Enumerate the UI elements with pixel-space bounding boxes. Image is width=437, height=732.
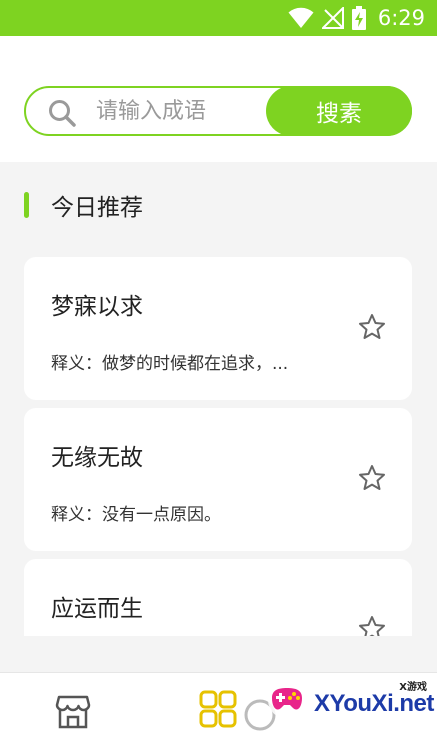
signal-off-icon (321, 7, 344, 29)
search-box: 搜素 (24, 86, 412, 136)
wifi-icon (288, 7, 314, 29)
watermark-text: XYouXi.net (314, 690, 434, 717)
star-icon[interactable] (358, 464, 386, 492)
status-icons: 6:29 (288, 4, 425, 32)
watermark: X游戏 XYouXi.net (262, 676, 437, 732)
idiom-word: 应运而生 (51, 596, 143, 622)
search-area: 搜素 (0, 36, 437, 162)
star-icon[interactable] (358, 615, 386, 636)
battery-charging-icon (351, 6, 366, 30)
section-accent-bar (24, 192, 29, 218)
search-button[interactable]: 搜素 (266, 86, 412, 136)
idiom-card[interactable]: 无缘无故 释义：没有一点原因。 (24, 408, 412, 551)
idiom-list[interactable]: 梦寐以求 释义：做梦的时候都在追求，... 无缘无故 释义：没有一点原因。 应运… (0, 255, 437, 636)
section-title: 今日推荐 (51, 195, 143, 221)
status-time: 6:29 (377, 6, 425, 30)
search-input[interactable] (96, 96, 266, 126)
idiom-card[interactable]: 梦寐以求 释义：做梦的时候都在追求，... (24, 257, 412, 400)
grid-icon[interactable] (198, 689, 238, 729)
status-bar: 6:29 (0, 0, 437, 36)
idiom-word: 梦寐以求 (51, 294, 143, 320)
star-icon[interactable] (358, 313, 386, 341)
gamepad-logo-icon (268, 681, 306, 719)
idiom-word: 无缘无故 (51, 445, 143, 471)
idiom-meaning: 释义：做梦的时候都在追求，... (51, 354, 289, 374)
section-header: 今日推荐 (24, 190, 143, 221)
store-icon[interactable] (53, 689, 93, 729)
idiom-card[interactable]: 应运而生 (24, 559, 412, 636)
idiom-meaning: 释义：没有一点原因。 (51, 505, 221, 525)
search-icon (49, 100, 76, 127)
